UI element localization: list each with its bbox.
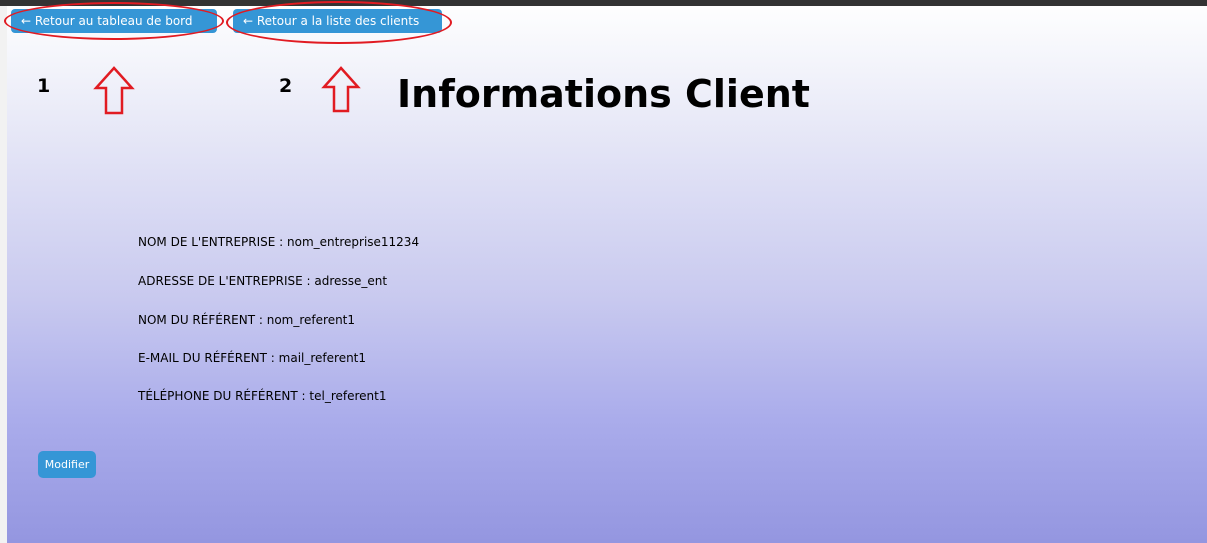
referent-name-field: NOM DU RÉFÉRENT : nom_referent1 [138, 313, 356, 327]
company-name-field: NOM DE L'ENTREPRISE : nom_entreprise1123… [138, 235, 420, 249]
up-arrow-icon [321, 66, 361, 118]
annotation-number-1: 1 [37, 75, 51, 97]
left-edge [0, 6, 7, 543]
page-title: Informations Client [397, 72, 810, 116]
back-to-dashboard-button[interactable]: ← Retour au tableau de bord [11, 9, 217, 33]
referent-email-field: E-MAIL DU RÉFÉRENT : mail_referent1 [138, 351, 367, 365]
page-background: ← Retour au tableau de bord ← Retour a l… [0, 0, 1207, 543]
back-to-client-list-button[interactable]: ← Retour a la liste des clients [233, 9, 442, 33]
company-address-field: ADRESSE DE L'ENTREPRISE : adresse_ent [138, 274, 388, 288]
annotation-number-2: 2 [279, 75, 293, 97]
referent-phone-field: TÉLÉPHONE DU RÉFÉRENT : tel_referent1 [138, 389, 387, 403]
top-bar [0, 0, 1207, 6]
modify-button[interactable]: Modifier [38, 451, 96, 478]
up-arrow-icon [93, 66, 135, 120]
